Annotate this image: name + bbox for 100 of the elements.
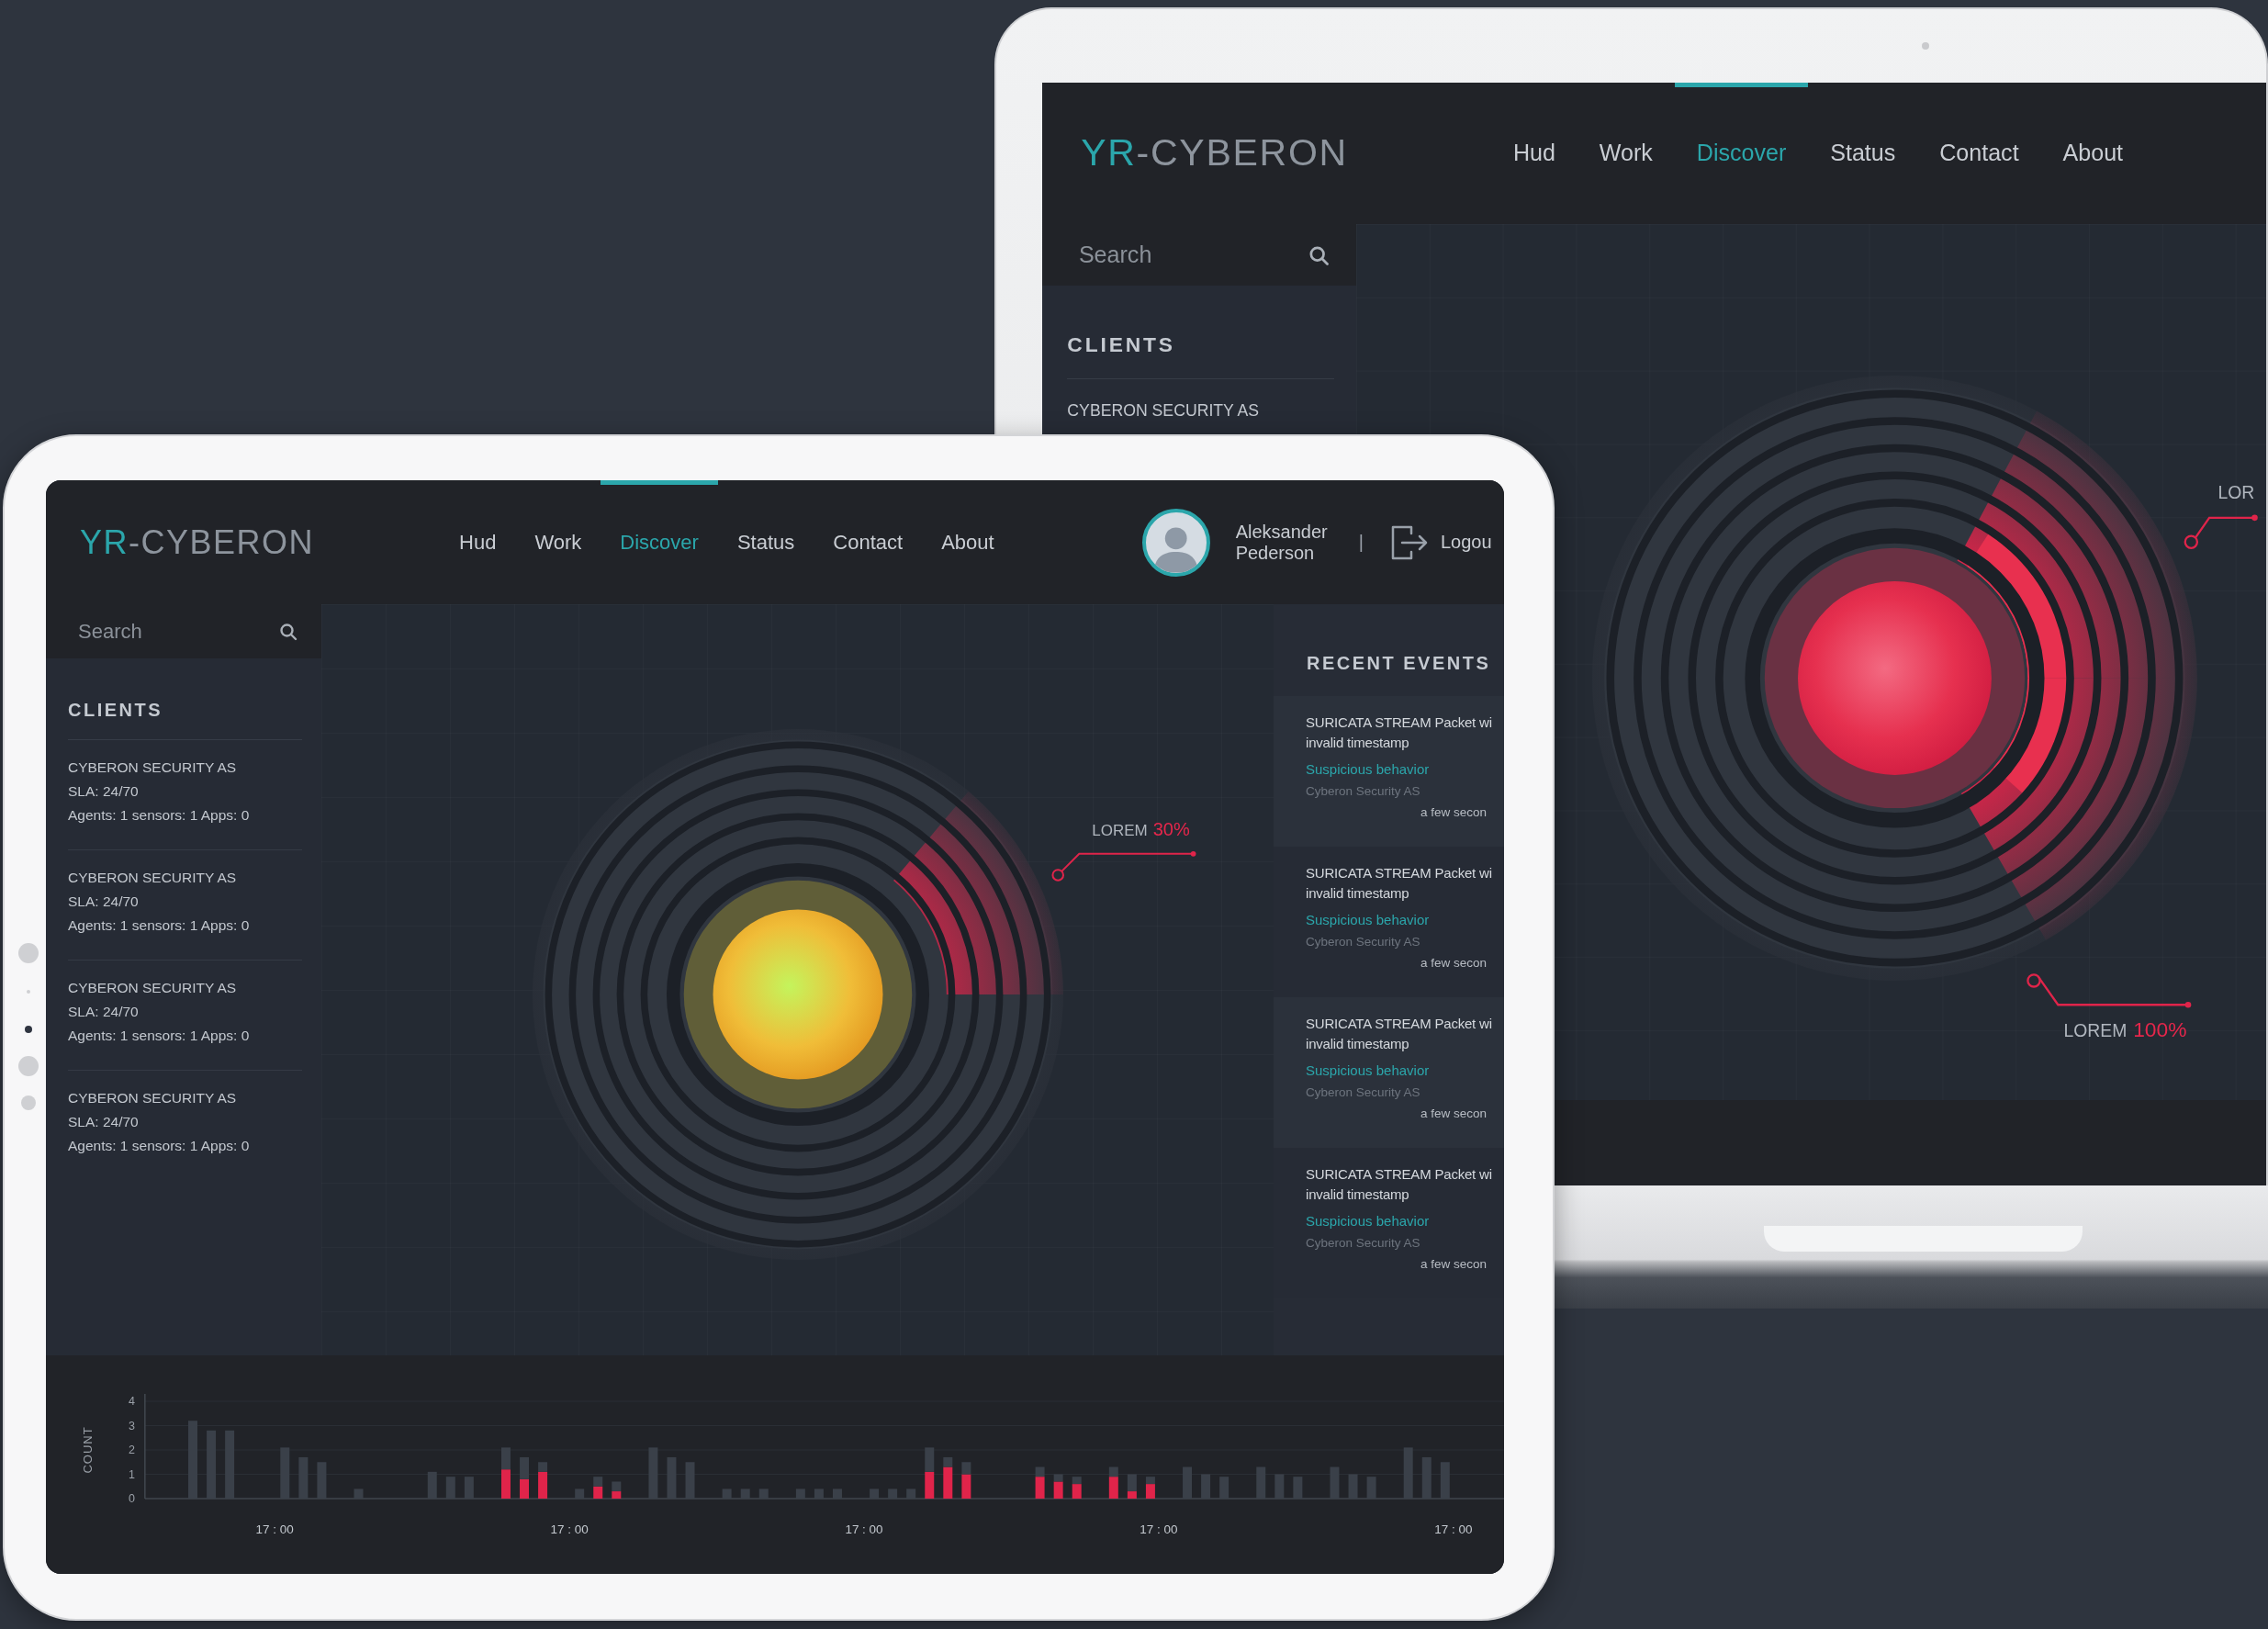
axis-tick-label: 17 : 00 [550, 1522, 589, 1536]
axis-tick-label: 17 : 00 [255, 1522, 294, 1536]
webcam-icon [1922, 42, 1929, 50]
nav-tab[interactable]: Work [515, 480, 601, 604]
app-logo[interactable]: YR-CYBERON [80, 522, 315, 562]
axis-tick-label: 4 [128, 1395, 135, 1409]
bar [1293, 1477, 1303, 1499]
axis-tick-label: 0 [128, 1492, 135, 1506]
bar [814, 1489, 824, 1499]
bar [1421, 1456, 1432, 1499]
bar [648, 1447, 658, 1499]
event-card[interactable]: SURICATA STREAM Packet wi invalid timestamp Suspicious behavior Cyberon Security AS a few secon [1274, 997, 1504, 1148]
event-time: a few secon [1420, 1257, 1488, 1271]
bar [1274, 1474, 1285, 1499]
bar [833, 1489, 842, 1499]
bar [888, 1489, 898, 1499]
search-field[interactable]: Search [1042, 223, 1356, 286]
client-sla: SLA: 24/70 [68, 782, 140, 801]
bar [464, 1477, 474, 1499]
bar [500, 1469, 511, 1499]
event-card[interactable]: SURICATA STREAM Packet wi invalid timestamp Suspicious behavior Cyberon Security AS a few secon [1274, 696, 1504, 847]
axis-tick-label: 17 : 00 [1140, 1522, 1178, 1536]
nav-tab[interactable]: Hud [440, 480, 516, 604]
client-name: CYBERON SECURITY AS [68, 869, 238, 887]
bar [758, 1489, 769, 1499]
bar [280, 1447, 290, 1499]
client-sla: SLA: 24/70 [68, 1003, 140, 1021]
bar [1219, 1477, 1229, 1499]
callout-label: LOR [2217, 481, 2255, 503]
axis-tick-label: 1 [128, 1468, 135, 1481]
separator: | [1358, 532, 1364, 553]
nav-tab[interactable]: Contact [814, 480, 923, 604]
bar [575, 1489, 585, 1499]
bar [925, 1447, 935, 1472]
nav-tab[interactable]: Hud [1491, 83, 1577, 224]
nav-tab[interactable]: About [2040, 83, 2145, 224]
event-category: Suspicious behavior [1306, 761, 1431, 777]
event-time: a few secon [1420, 956, 1488, 970]
client-sla: SLA: 24/70 [68, 893, 140, 911]
bar [1366, 1477, 1376, 1499]
callout-value: 100% [2133, 1017, 2187, 1042]
app-logo[interactable]: YR-CYBERON [1081, 131, 1348, 175]
client-counts: Agents: 1 sensors: 1 Apps: 0 [68, 916, 251, 935]
search-field[interactable]: Search [46, 604, 321, 658]
client-name: CYBERON SECURITY AS [1067, 399, 1261, 421]
nav-tab[interactable]: Status [717, 480, 814, 604]
client-name: CYBERON SECURITY AS [68, 979, 238, 997]
nav-tab[interactable]: Contact [1917, 83, 2041, 224]
bar [722, 1489, 732, 1499]
callout-label: LOREM [2063, 1019, 2128, 1041]
search-icon [279, 623, 298, 641]
callout-value: 30% [1152, 819, 1190, 841]
bar [1201, 1474, 1211, 1499]
bar [906, 1489, 916, 1499]
callout-label: LOREM [1092, 822, 1148, 841]
event-title-line: invalid timestamp [1306, 1035, 1410, 1053]
bar [298, 1456, 309, 1499]
bar [1403, 1447, 1413, 1499]
axis-tick-label: 2 [128, 1444, 135, 1457]
event-title-line: SURICATA STREAM Packet wi [1306, 713, 1493, 732]
bar [1256, 1466, 1266, 1499]
event-title-line: SURICATA STREAM Packet wi [1306, 1165, 1493, 1184]
event-time: a few secon [1420, 1107, 1488, 1120]
event-title-line: SURICATA STREAM Packet wi [1306, 864, 1493, 882]
nav-tab[interactable]: About [922, 480, 1014, 604]
axis-tick-label: 17 : 00 [845, 1522, 883, 1536]
bar [685, 1462, 695, 1499]
event-client: Cyberon Security AS [1306, 935, 1421, 949]
client-counts: Agents: 1 sensors: 1 Apps: 0 [68, 1137, 251, 1155]
event-category: Suspicious behavior [1306, 1062, 1431, 1078]
logout-button[interactable]: Logou [1388, 522, 1492, 563]
section-heading: CLIENTS [68, 700, 302, 740]
nav-tab[interactable]: Work [1577, 83, 1675, 224]
bar [740, 1489, 750, 1499]
section-heading: RECENT EVENTS [1306, 652, 1492, 675]
bar [1183, 1466, 1193, 1499]
bar [667, 1456, 677, 1499]
bar [1440, 1462, 1450, 1499]
section-heading: CLIENTS [1067, 332, 1335, 380]
axis-tick-label: 17 : 00 [1434, 1522, 1473, 1536]
bar [520, 1478, 529, 1499]
axis-tick-label: 3 [128, 1420, 135, 1432]
bar [925, 1471, 935, 1499]
client-sla: SLA: 24/70 [68, 1113, 140, 1131]
bar [445, 1477, 455, 1499]
bar [593, 1477, 603, 1487]
bar [500, 1447, 511, 1470]
event-client: Cyberon Security AS [1306, 1236, 1421, 1250]
bar [427, 1471, 437, 1499]
event-category: Suspicious behavior [1306, 1213, 1431, 1229]
event-title-line: invalid timestamp [1306, 734, 1410, 752]
client-counts: Agents: 1 sensors: 1 Apps: 0 [68, 806, 251, 825]
bar [317, 1462, 327, 1499]
bar [520, 1456, 529, 1479]
nav-tab[interactable]: Status [1808, 83, 1918, 224]
event-client: Cyberon Security AS [1306, 1085, 1421, 1099]
client-name: CYBERON SECURITY AS [68, 758, 238, 777]
event-category: Suspicious behavior [1306, 912, 1431, 927]
event-title-line: invalid timestamp [1306, 884, 1410, 903]
bar [1348, 1474, 1358, 1499]
